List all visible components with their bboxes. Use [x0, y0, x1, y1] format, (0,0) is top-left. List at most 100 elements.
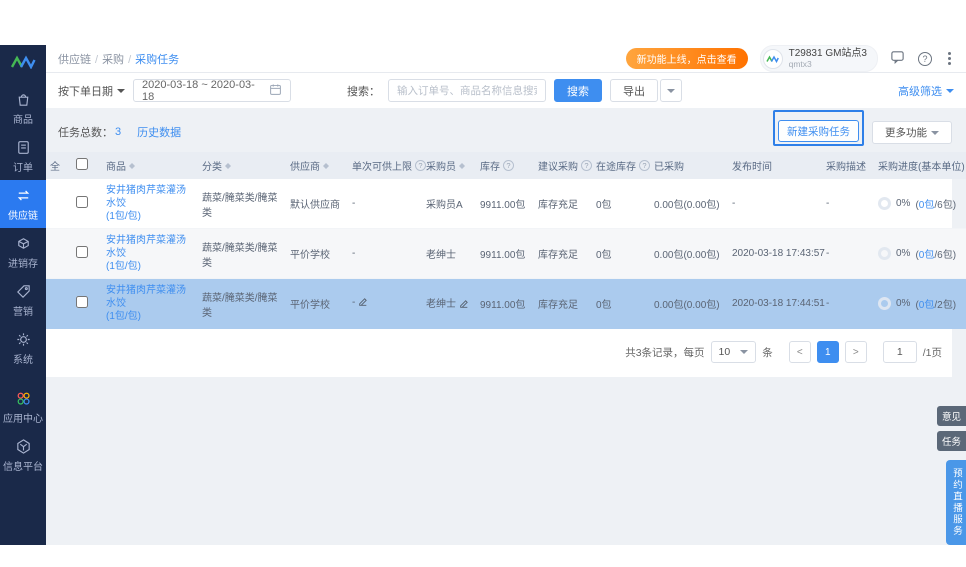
- breadcrumb-purchase[interactable]: 采购: [95, 51, 124, 67]
- tag-icon: [15, 283, 32, 300]
- product-link[interactable]: 安井猪肉芹菜灌汤水饺: [106, 284, 194, 310]
- help-icon[interactable]: ?: [918, 52, 932, 66]
- history-data-link[interactable]: 历史数据: [137, 124, 181, 140]
- sort-icon[interactable]: [459, 160, 465, 172]
- sidebar-item-goods[interactable]: 商品: [0, 84, 46, 132]
- next-page-button[interactable]: >: [845, 341, 867, 363]
- header-publish-time: 发布时间: [728, 152, 822, 179]
- page: 意见 任务 预约直播服务 商品: [0, 0, 966, 567]
- create-purchase-task-button[interactable]: 新建采购任务: [778, 120, 859, 142]
- product-spec[interactable]: (1包/包): [106, 310, 194, 323]
- date-range-input[interactable]: 2020-03-18 ~ 2020-03-18: [133, 79, 291, 102]
- supplier-cell: 平价学校: [286, 279, 348, 329]
- export-dropdown-button[interactable]: [660, 79, 682, 102]
- purchased-cell: 0.00包(0.00包): [650, 229, 728, 279]
- more-functions-label: 更多功能: [885, 125, 927, 140]
- row-checkbox[interactable]: [76, 296, 88, 308]
- category-cell: 蔬菜/腌菜类/腌菜类: [198, 279, 286, 329]
- stock-cell: 9911.00包: [476, 279, 534, 329]
- product-spec[interactable]: (1包/包): [106, 210, 194, 223]
- sidebar-item-orders[interactable]: 订单: [0, 132, 46, 180]
- sidebar-item-info-platform[interactable]: 信息平台: [0, 431, 46, 479]
- edit-icon[interactable]: [358, 297, 368, 310]
- sidebar-item-label: 进销存: [8, 255, 38, 270]
- search-button[interactable]: 搜索: [554, 79, 602, 102]
- product-link[interactable]: 安井猪肉芹菜灌汤水饺: [106, 184, 194, 210]
- header-buyer[interactable]: 采购员: [422, 152, 476, 179]
- table-header-row: 全 商品 分类 供应商 单次可供上限? 采购员 库存? 建议采购? 在途库存? …: [46, 152, 966, 179]
- category-cell: 蔬菜/腌菜类/腌菜类: [198, 229, 286, 279]
- sidebar-item-inventory[interactable]: 进销存: [0, 228, 46, 276]
- publish-time-cell: 2020-03-18 17:44:51: [728, 279, 822, 329]
- info-icon[interactable]: ?: [503, 160, 514, 171]
- product-spec[interactable]: (1包/包): [106, 260, 194, 273]
- supply-limit-cell: -: [348, 229, 422, 279]
- header-product[interactable]: 商品: [102, 152, 198, 179]
- prev-page-button[interactable]: <: [789, 341, 811, 363]
- sidebar-item-marketing[interactable]: 营销: [0, 276, 46, 324]
- product-link[interactable]: 安井猪肉芹菜灌汤水饺: [106, 234, 194, 260]
- advanced-filter-link[interactable]: 高级筛选: [898, 83, 954, 99]
- header-purchase-progress: 采购进度(基本单位): [874, 152, 966, 179]
- date-type-select[interactable]: 按下单日期: [58, 83, 125, 99]
- sidebar-item-app-center[interactable]: 应用中心: [0, 383, 46, 431]
- search-input[interactable]: [388, 79, 546, 102]
- progress-detail-link[interactable]: 0包: [919, 250, 935, 261]
- edit-icon[interactable]: [459, 299, 469, 312]
- sidebar-item-system[interactable]: 系统: [0, 324, 46, 372]
- message-icon[interactable]: [890, 49, 905, 69]
- progress-detail-link[interactable]: 0包: [919, 300, 935, 311]
- sidebar-item-label: 营销: [13, 303, 33, 318]
- select-all-checkbox[interactable]: [76, 158, 88, 170]
- header-category[interactable]: 分类: [198, 152, 286, 179]
- live-service-edge-tab[interactable]: 预约直播服务: [946, 460, 966, 545]
- row-checkbox[interactable]: [76, 246, 88, 258]
- supply-limit-cell: -: [348, 179, 422, 229]
- sidebar-item-label: 信息平台: [3, 458, 43, 473]
- progress-donut: [878, 197, 891, 210]
- header-supplier[interactable]: 供应商: [286, 152, 348, 179]
- transit-cell: 0包: [592, 279, 650, 329]
- info-icon[interactable]: ?: [415, 160, 426, 171]
- more-functions-button[interactable]: 更多功能: [872, 121, 952, 144]
- publish-time-cell: 2020-03-18 17:43:57: [728, 229, 822, 279]
- info-icon[interactable]: ?: [639, 160, 650, 171]
- table-row: 安井猪肉芹菜灌汤水饺(1包/包) 蔬菜/腌菜类/腌菜类 默认供应商 - 采购员A…: [46, 179, 966, 229]
- category-cell: 蔬菜/腌菜类/腌菜类: [198, 179, 286, 229]
- chevron-down-icon: [931, 131, 939, 139]
- breadcrumb-supply-chain[interactable]: 供应链: [58, 51, 91, 67]
- per-page-select[interactable]: 10: [711, 341, 757, 363]
- date-range-value: 2020-03-18 ~ 2020-03-18: [142, 79, 261, 103]
- sort-icon[interactable]: [225, 160, 231, 172]
- buyer-cell: 老绅士: [422, 279, 476, 329]
- chevron-down-icon: [667, 89, 675, 97]
- page-1-button[interactable]: 1: [817, 341, 839, 363]
- page-jump-input[interactable]: [883, 341, 917, 363]
- row-checkbox[interactable]: [76, 196, 88, 208]
- sort-icon[interactable]: [129, 160, 135, 172]
- more-menu-icon[interactable]: [945, 51, 954, 66]
- desc-cell: -: [822, 229, 874, 279]
- desc-cell: -: [822, 179, 874, 229]
- sidebar-item-supply-chain[interactable]: 供应链: [0, 180, 46, 228]
- sort-icon[interactable]: [323, 160, 329, 172]
- header-supply-limit: 单次可供上限?: [348, 152, 422, 179]
- header-purchase-desc: 采购描述: [822, 152, 874, 179]
- avatar: [763, 49, 783, 69]
- info-icon[interactable]: ?: [581, 160, 592, 171]
- feedback-edge-tab[interactable]: 意见: [937, 406, 966, 426]
- header-transit-stock: 在途库存?: [592, 152, 650, 179]
- sidebar-item-label: 商品: [13, 111, 33, 126]
- task-edge-tab[interactable]: 任务: [937, 431, 966, 451]
- progress-detail-link[interactable]: 0包: [919, 200, 935, 211]
- header-suggest-purchase: 建议采购?: [534, 152, 592, 179]
- table-row: 安井猪肉芹菜灌汤水饺(1包/包) 蔬菜/腌菜类/腌菜类 平价学校 - 老绅士 9…: [46, 229, 966, 279]
- export-button[interactable]: 导出: [610, 79, 658, 102]
- new-feature-promo-button[interactable]: 新功能上线，点击查看: [626, 48, 748, 69]
- account-chip[interactable]: T29831 GM站点3 qmtx3: [760, 45, 878, 72]
- filter-bar: 按下单日期 2020-03-18 ~ 2020-03-18 搜索： 搜索 导出: [46, 73, 966, 108]
- header-select-all: [72, 152, 102, 179]
- advanced-filter-label: 高级筛选: [898, 83, 942, 99]
- progress-donut: [878, 247, 891, 260]
- transit-cell: 0包: [592, 229, 650, 279]
